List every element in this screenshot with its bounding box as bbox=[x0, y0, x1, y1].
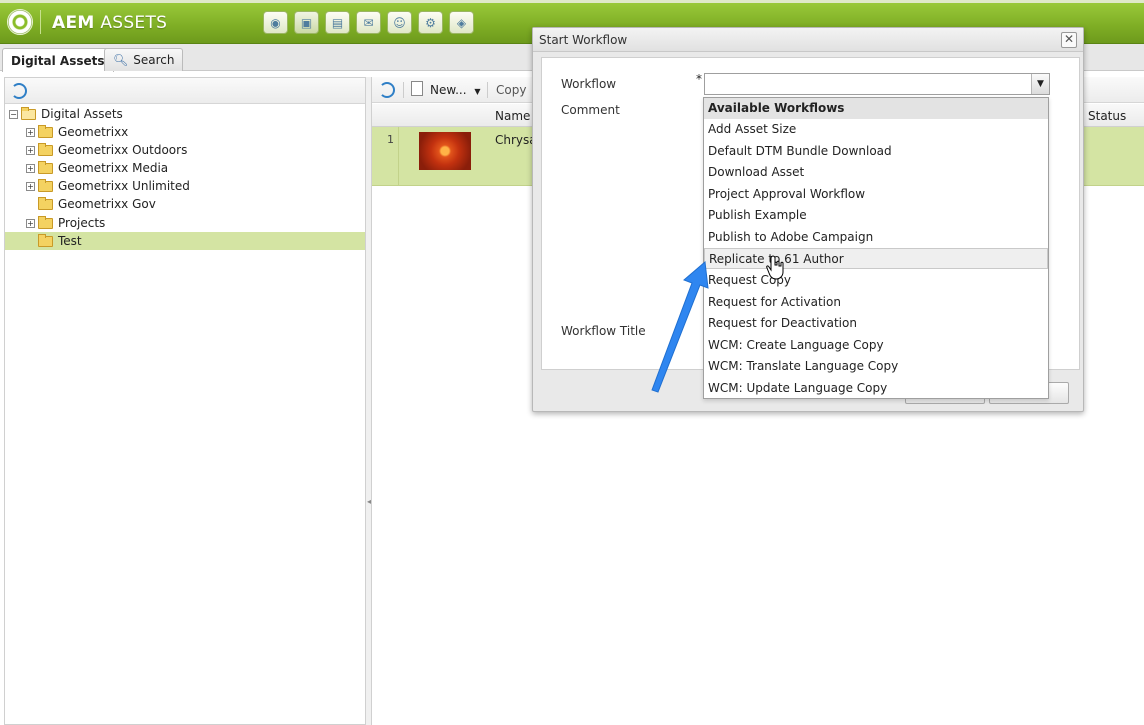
dropdown-option[interactable]: Download Asset bbox=[704, 162, 1048, 183]
refresh-icon[interactable] bbox=[379, 82, 395, 98]
expand-icon[interactable]: + bbox=[26, 218, 35, 228]
tree-item-geometrixx[interactable]: + Geometrixx bbox=[5, 123, 365, 141]
dropdown-option[interactable]: Project Approval Workflow bbox=[704, 184, 1048, 205]
aem-logo-icon[interactable] bbox=[7, 9, 33, 35]
workflow-label: Workflow bbox=[561, 77, 617, 91]
tree-item-label: Geometrixx Gov bbox=[58, 197, 156, 211]
tab-search-label: Search bbox=[133, 53, 175, 67]
app-title-rest: ASSETS bbox=[100, 13, 168, 33]
tree-item-label: Test bbox=[58, 234, 82, 248]
people-icon[interactable]: ☺ bbox=[387, 11, 412, 34]
tree-item-projects[interactable]: + Projects bbox=[5, 214, 365, 232]
dropdown-option[interactable]: Add Asset Size bbox=[704, 119, 1048, 140]
chevron-down-icon[interactable]: ▼ bbox=[1031, 74, 1049, 94]
dropdown-option[interactable]: Request for Activation bbox=[704, 292, 1048, 313]
dropdown-option[interactable]: Publish Example bbox=[704, 205, 1048, 226]
asset-thumbnail[interactable] bbox=[419, 132, 471, 170]
mail-icon[interactable]: ✉ bbox=[356, 11, 381, 34]
image-icon[interactable]: ▣ bbox=[294, 11, 319, 34]
copy-button-label: Copy bbox=[496, 83, 527, 97]
dialog-header: Start Workflow ✕ bbox=[533, 28, 1083, 52]
dropdown-option[interactable]: Default DTM Bundle Download bbox=[704, 141, 1048, 162]
tree-item-label: Geometrixx Media bbox=[58, 161, 169, 175]
dropdown-option[interactable]: WCM: Translate Language Copy bbox=[704, 356, 1048, 377]
required-marker: * bbox=[696, 72, 702, 86]
expand-icon[interactable]: + bbox=[26, 145, 35, 155]
close-icon[interactable]: ✕ bbox=[1061, 32, 1077, 48]
workflow-dropdown-list: Available Workflows Add Asset Size Defau… bbox=[703, 97, 1049, 399]
globe-icon[interactable]: ◉ bbox=[263, 11, 288, 34]
expand-icon[interactable]: + bbox=[26, 163, 35, 173]
folder-icon bbox=[38, 233, 53, 247]
row-divider bbox=[398, 127, 399, 186]
dropdown-option[interactable]: WCM: Create Language Copy bbox=[704, 335, 1048, 356]
workflow-select[interactable]: ▼ bbox=[704, 73, 1050, 95]
collapse-icon[interactable]: − bbox=[9, 109, 18, 119]
new-button[interactable]: New... ▼ bbox=[430, 83, 481, 97]
nav-icon-bar: ◉ ▣ ▤ ✉ ☺ ⚙ ◈ bbox=[263, 11, 474, 34]
tab-digital-assets-label: Digital Assets bbox=[11, 53, 105, 68]
tree-item-geometrixx-outdoors[interactable]: + Geometrixx Outdoors bbox=[5, 141, 365, 159]
header-strip bbox=[0, 0, 1144, 3]
app-title: AEM ASSETS bbox=[52, 13, 167, 33]
dropdown-group-header: Available Workflows bbox=[704, 98, 1048, 119]
app-title-bold: AEM bbox=[52, 13, 95, 33]
folder-icon bbox=[38, 215, 53, 229]
dialog-title: Start Workflow bbox=[539, 33, 628, 47]
expand-icon[interactable]: + bbox=[26, 127, 35, 137]
tab-search[interactable]: 🔍︎ Search bbox=[104, 48, 184, 71]
expand-icon[interactable]: + bbox=[26, 181, 35, 191]
tree-toolbar bbox=[5, 78, 365, 104]
column-header-status[interactable]: Status bbox=[1088, 109, 1126, 123]
toolbar-divider bbox=[403, 82, 404, 98]
tree-item-geometrixx-media[interactable]: + Geometrixx Media bbox=[5, 159, 365, 177]
tree-item-geometrixx-unlimited[interactable]: + Geometrixx Unlimited bbox=[5, 177, 365, 195]
new-page-icon bbox=[411, 81, 423, 96]
campaign-icon[interactable]: ▤ bbox=[325, 11, 350, 34]
tree-item-geometrixx-gov[interactable]: Geometrixx Gov bbox=[5, 195, 365, 213]
row-index: 1 bbox=[387, 133, 394, 146]
dropdown-option[interactable]: WCM: Update Language Copy bbox=[704, 378, 1048, 399]
refresh-icon[interactable] bbox=[11, 83, 27, 99]
folder-icon bbox=[38, 160, 53, 174]
folder-icon bbox=[38, 196, 53, 210]
folder-icon bbox=[38, 142, 53, 156]
tree-item-label: Geometrixx Outdoors bbox=[58, 143, 188, 157]
toolbar-divider bbox=[487, 82, 488, 98]
folder-open-icon bbox=[21, 106, 36, 120]
tree-item-label: Projects bbox=[58, 216, 106, 230]
dropdown-option[interactable]: Request Copy bbox=[704, 270, 1048, 291]
tab-digital-assets[interactable]: Digital Assets bbox=[2, 48, 114, 72]
column-header-name[interactable]: Name bbox=[495, 109, 530, 123]
new-button-label: New... bbox=[430, 83, 467, 97]
tools-icon[interactable]: ⚙ bbox=[418, 11, 443, 34]
folder-icon bbox=[38, 178, 53, 192]
logo-separator bbox=[40, 10, 41, 34]
tree-item-label: Geometrixx bbox=[58, 125, 129, 139]
dropdown-option[interactable]: Request for Deactivation bbox=[704, 313, 1048, 334]
folder-icon bbox=[38, 124, 53, 138]
chevron-down-icon: ▼ bbox=[474, 87, 481, 96]
dropdown-option[interactable]: Publish to Adobe Campaign bbox=[704, 227, 1048, 248]
tree-item-test[interactable]: Test bbox=[5, 232, 365, 250]
folder-tree-panel: − Digital Assets + Geometrixx + Geometri… bbox=[4, 77, 366, 725]
workflow-title-label: Workflow Title bbox=[561, 324, 646, 338]
tree-root[interactable]: − Digital Assets bbox=[5, 105, 365, 123]
comment-label: Comment bbox=[561, 103, 620, 117]
copy-button[interactable]: Copy bbox=[496, 83, 526, 97]
tree-root-label: Digital Assets bbox=[41, 107, 123, 121]
magnifier-icon: 🔍︎ bbox=[113, 53, 129, 67]
tree-item-label: Geometrixx Unlimited bbox=[58, 179, 190, 193]
dropdown-option-hovered[interactable]: Replicate to 61 Author bbox=[704, 248, 1048, 269]
tag-icon[interactable]: ◈ bbox=[449, 11, 474, 34]
